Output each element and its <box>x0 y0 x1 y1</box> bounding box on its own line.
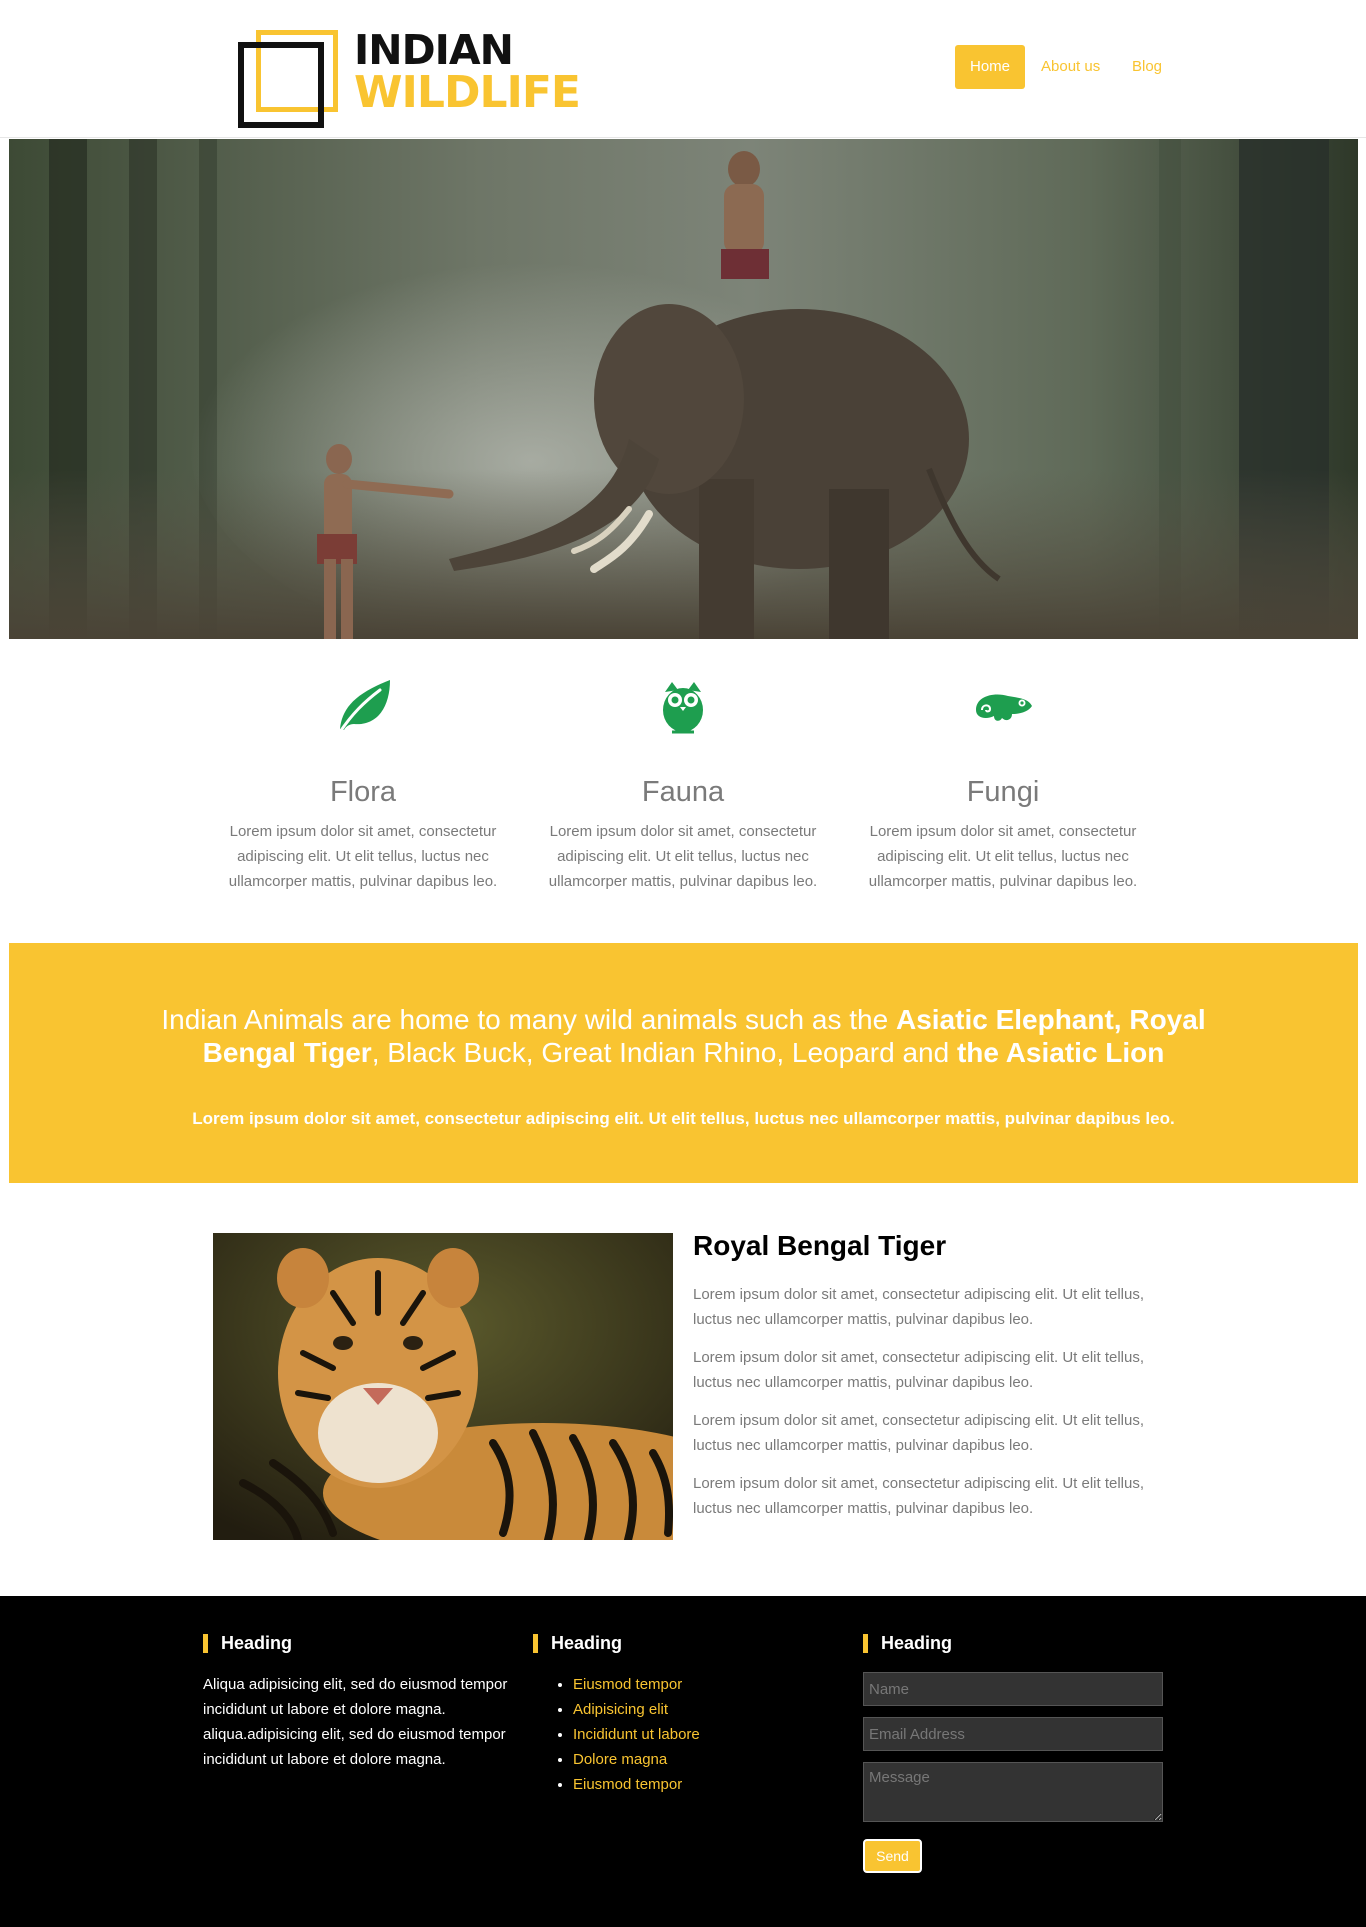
tiger-paragraph: Lorem ipsum dolor sit amet, consectetur … <box>693 1286 1145 1328</box>
feature-flora: Flora Lorem ipsum dolor sit amet, consec… <box>218 660 508 894</box>
list-item: Eiusmod tempor <box>573 1672 700 1697</box>
tiger-paragraph: Lorem ipsum dolor sit amet, consectetur … <box>693 1349 1145 1391</box>
tiger-paragraph: Lorem ipsum dolor sit amet, consectetur … <box>693 1412 1145 1454</box>
tiger-paragraph: Lorem ipsum dolor sit amet, consectetur … <box>693 1475 1145 1517</box>
footer-link[interactable]: Adipisicing elit <box>573 1701 668 1718</box>
tiger-article: Royal Bengal Tiger Lorem ipsum dolor sit… <box>693 1230 1163 1521</box>
chameleon-icon <box>976 694 1032 721</box>
leaf-icon <box>338 680 390 734</box>
message-field[interactable] <box>863 1762 1163 1822</box>
email-field[interactable] <box>863 1717 1163 1751</box>
footer-col-contact: Heading Send <box>863 1634 1163 1873</box>
animals-banner: Indian Animals are home to many wild ani… <box>9 943 1358 1183</box>
footer-col-links: Heading Eiusmod tempor Adipisicing elit … <box>533 1634 700 1797</box>
footer-col-about: Heading Aliqua adipisicing elit, sed do … <box>203 1634 508 1772</box>
banner-title-part: , Black Buck, Great Indian Rhino, Leopar… <box>371 1037 957 1068</box>
hero-image <box>9 139 1358 639</box>
feature-text: Lorem ipsum dolor sit amet, consectetur … <box>548 823 818 890</box>
feature-title: Fauna <box>641 776 725 808</box>
footer-link-list: Eiusmod tempor Adipisicing elit Incididu… <box>533 1672 700 1797</box>
footer-link[interactable]: Dolore magna <box>573 1751 667 1768</box>
list-item: Dolore magna <box>573 1747 700 1772</box>
list-item: Eiusmod tempor <box>573 1772 700 1797</box>
banner-subtitle: Lorem ipsum dolor sit amet, consectetur … <box>192 1109 1175 1128</box>
nav-item-about-us[interactable]: About us <box>1041 45 1100 89</box>
name-field[interactable] <box>863 1672 1163 1706</box>
list-item: Adipisicing elit <box>573 1697 700 1722</box>
list-item: Incididunt ut labore <box>573 1722 700 1747</box>
footer-link[interactable]: Incididunt ut labore <box>573 1726 700 1743</box>
banner-title: Indian Animals are home to many wild ani… <box>119 1003 1249 1069</box>
site-header: INDIAN WILDLIFE Home About us Blog <box>0 0 1366 138</box>
nav-item-home[interactable]: Home <box>955 45 1025 89</box>
feature-text: Lorem ipsum dolor sit amet, consectetur … <box>868 823 1138 890</box>
feature-text: Lorem ipsum dolor sit amet, consectetur … <box>228 823 498 890</box>
tiger-photo <box>213 1233 673 1540</box>
hero-elephant-photo <box>9 139 1358 639</box>
owl-icon <box>663 682 703 734</box>
feature-fauna: Fauna Lorem ipsum dolor sit amet, consec… <box>538 660 828 894</box>
send-button[interactable]: Send <box>863 1839 922 1873</box>
nav-item-blog[interactable]: Blog <box>1132 45 1162 89</box>
header-divider <box>0 137 1366 138</box>
tiger-title: Royal Bengal Tiger <box>693 1230 947 1261</box>
feature-title: Fungi <box>966 776 1040 808</box>
site-footer: Heading Aliqua adipisicing elit, sed do … <box>0 1596 1366 1927</box>
footer-text: Aliqua adipisicing elit, sed do eiusmod … <box>203 1676 508 1768</box>
tiger-image <box>213 1233 673 1540</box>
footer-heading: Heading <box>533 1634 700 1653</box>
footer-link[interactable]: Eiusmod tempor <box>573 1776 682 1793</box>
banner-title-bold: the Asiatic Lion <box>956 1037 1165 1068</box>
feature-title: Flora <box>329 776 397 808</box>
footer-heading: Heading <box>203 1634 508 1653</box>
banner-title-part: Indian Animals are home to many wild ani… <box>161 1004 896 1035</box>
main-nav: Home About us Blog <box>0 45 1366 89</box>
footer-link[interactable]: Eiusmod tempor <box>573 1676 682 1693</box>
feature-fungi: Fungi Lorem ipsum dolor sit amet, consec… <box>858 660 1148 894</box>
footer-heading: Heading <box>863 1634 1163 1653</box>
features-section: Flora Lorem ipsum dolor sit amet, consec… <box>0 660 1366 920</box>
